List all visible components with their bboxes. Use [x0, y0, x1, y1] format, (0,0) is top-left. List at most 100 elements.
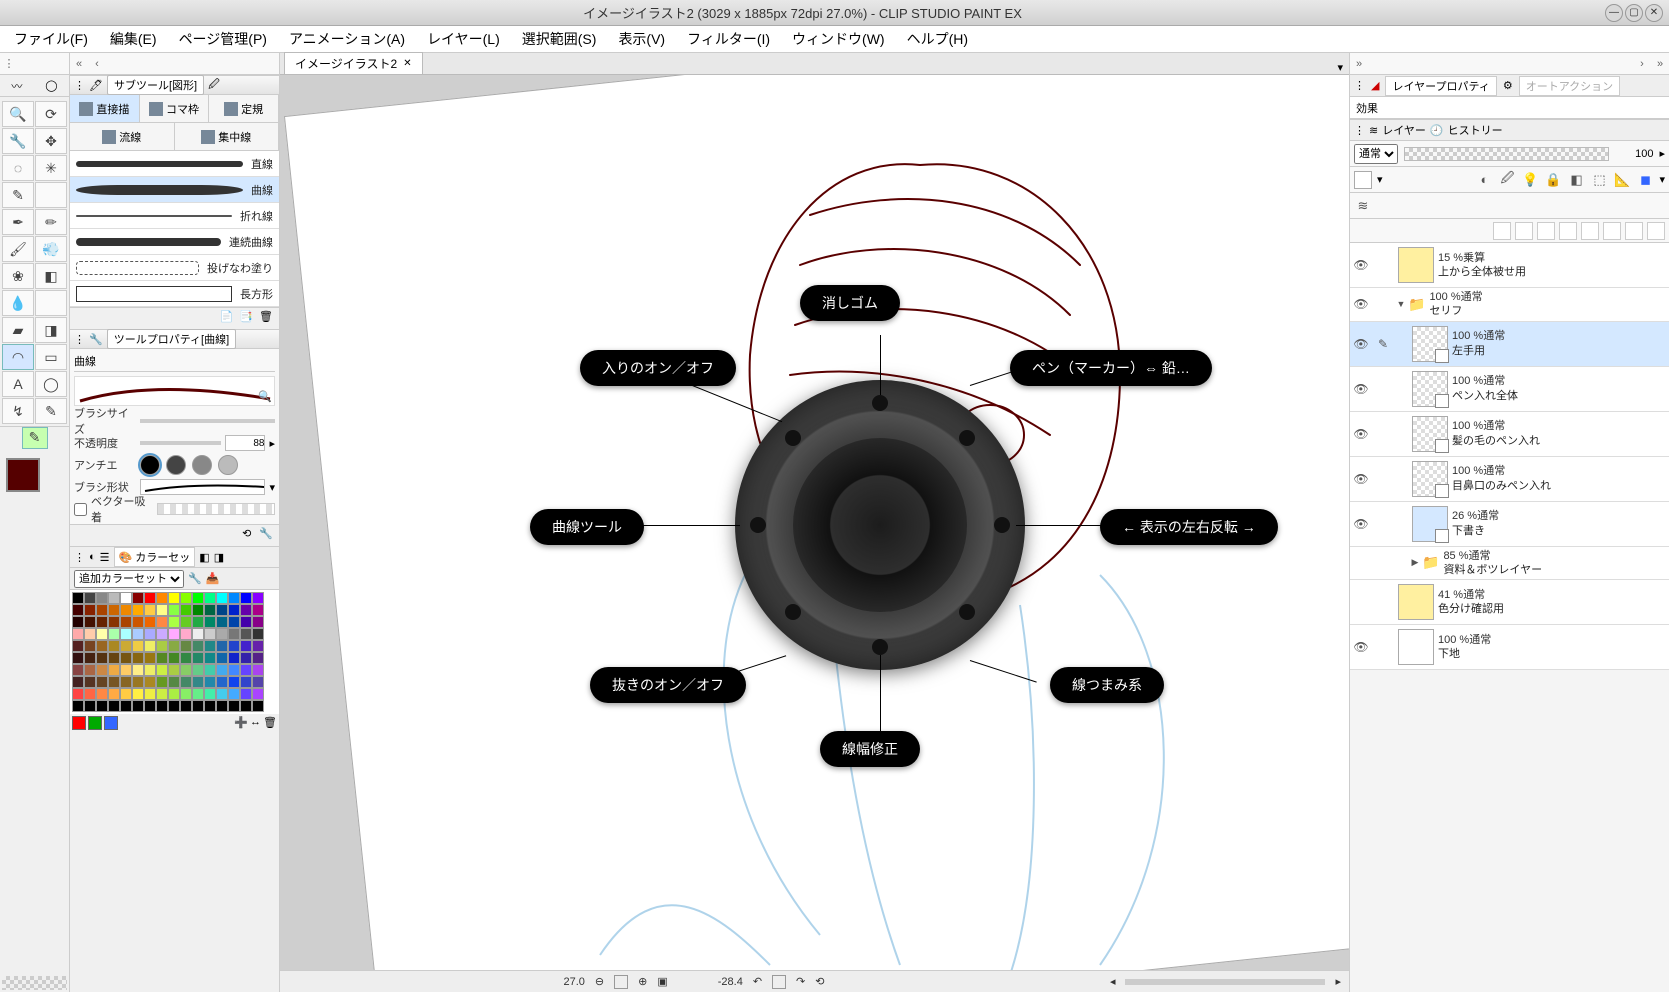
swatch[interactable]	[240, 652, 252, 664]
swatch[interactable]	[84, 604, 96, 616]
swatch[interactable]	[192, 688, 204, 700]
menu-view[interactable]: 表示(V)	[618, 29, 665, 49]
tool-frame[interactable]: ▭	[35, 344, 67, 370]
clip-icon[interactable]: 🖉	[1498, 171, 1516, 189]
swatch[interactable]	[228, 604, 240, 616]
autoaction-tab[interactable]: オートアクション	[1519, 76, 1620, 96]
swatch[interactable]	[228, 664, 240, 676]
timeline-slider[interactable]	[1125, 979, 1325, 985]
swatch[interactable]	[204, 652, 216, 664]
swatch[interactable]	[96, 652, 108, 664]
swatch[interactable]	[168, 664, 180, 676]
swatch[interactable]	[216, 700, 228, 712]
swatch[interactable]	[228, 628, 240, 640]
swatch[interactable]	[240, 688, 252, 700]
swatch[interactable]	[96, 664, 108, 676]
rotate-reset-icon[interactable]: ⟲	[815, 975, 824, 988]
menu-edit[interactable]: 編集(E)	[110, 29, 157, 49]
swatch[interactable]	[180, 640, 192, 652]
swatch[interactable]	[132, 640, 144, 652]
swatch[interactable]	[72, 664, 84, 676]
swatch[interactable]	[132, 676, 144, 688]
layer-item[interactable]: 👁100 %通常髪の毛のペン入れ	[1350, 412, 1669, 457]
intermediate-icon[interactable]: ◧	[199, 551, 209, 564]
canvas-tab-close-icon[interactable]: ✕	[403, 58, 411, 69]
swatch-b[interactable]	[104, 716, 118, 730]
swatch[interactable]	[120, 616, 132, 628]
swatch[interactable]	[120, 628, 132, 640]
radial-node-bl[interactable]	[785, 604, 801, 620]
visibility-icon[interactable]: 👁	[1350, 382, 1372, 396]
stepper-icon[interactable]: ▸	[1659, 147, 1665, 160]
lock-icon[interactable]: 🔒	[1544, 171, 1562, 189]
swatch[interactable]	[228, 652, 240, 664]
swatch[interactable]	[132, 688, 144, 700]
subtool-tab-stream[interactable]: 流線	[70, 123, 175, 150]
maximize-button[interactable]: ▢	[1625, 4, 1643, 22]
swatch[interactable]	[228, 676, 240, 688]
layer-item[interactable]: 👁100 %通常ペン入れ全体	[1350, 367, 1669, 412]
swatch[interactable]	[180, 700, 192, 712]
swatch[interactable]	[96, 676, 108, 688]
swatch[interactable]	[216, 616, 228, 628]
swatch[interactable]	[108, 652, 120, 664]
rotate-ccw-icon[interactable]: ↶	[753, 975, 762, 988]
visibility-icon[interactable]: 👁	[1350, 297, 1372, 311]
swatch[interactable]	[96, 628, 108, 640]
swatch[interactable]	[144, 700, 156, 712]
swatch[interactable]	[72, 604, 84, 616]
new-folder-icon[interactable]	[1537, 222, 1555, 240]
swatch[interactable]	[252, 676, 264, 688]
tool-eyedropper[interactable]: ✎	[2, 182, 34, 208]
swatch[interactable]	[144, 688, 156, 700]
swatch[interactable]	[228, 640, 240, 652]
swatch[interactable]	[180, 652, 192, 664]
swatch[interactable]	[204, 604, 216, 616]
swatch[interactable]	[216, 604, 228, 616]
tool-zoom[interactable]: 🔍	[2, 101, 34, 127]
swatch[interactable]	[108, 628, 120, 640]
swatch[interactable]	[156, 688, 168, 700]
swatch[interactable]	[216, 676, 228, 688]
collapse-left-icon[interactable]: «	[70, 58, 88, 70]
expand-right-icon[interactable]: »	[1651, 58, 1669, 70]
layer-item[interactable]: 👁26 %通常下書き	[1350, 502, 1669, 547]
layer-item[interactable]: 👁100 %通常目鼻口のみペン入れ	[1350, 457, 1669, 502]
swatch[interactable]	[84, 592, 96, 604]
palette-add-icon[interactable]: ➕	[234, 716, 248, 730]
lock-transparent-icon[interactable]: ◐	[1475, 171, 1493, 189]
canvas-tab[interactable]: イメージイラスト2 ✕	[284, 52, 423, 74]
swatch[interactable]	[252, 628, 264, 640]
mask-icon[interactable]	[1603, 222, 1621, 240]
swatch[interactable]	[204, 700, 216, 712]
colorset-dropdown[interactable]: 追加カラーセット	[74, 570, 184, 588]
new-vector-layer-icon[interactable]	[1515, 222, 1533, 240]
swatch[interactable]	[168, 652, 180, 664]
merge-down-icon[interactable]	[1581, 222, 1599, 240]
swatch[interactable]	[132, 700, 144, 712]
swatch[interactable]	[192, 604, 204, 616]
swatch[interactable]	[108, 604, 120, 616]
canvas-tab-dropdown-icon[interactable]: ▾	[1331, 61, 1349, 74]
swatch[interactable]	[252, 664, 264, 676]
swatch[interactable]	[84, 652, 96, 664]
zoom-value[interactable]: 27.0	[563, 976, 584, 988]
menu-animation[interactable]: アニメーション(A)	[289, 29, 405, 49]
apply-mask-icon[interactable]	[1625, 222, 1643, 240]
tool-brush[interactable]: 🖌	[2, 236, 34, 262]
menu-layer[interactable]: レイヤー(L)	[427, 29, 500, 49]
tool-decoration[interactable]: ❀	[2, 263, 34, 289]
stroke-lasso-fill[interactable]: 投げなわ塗り	[70, 255, 279, 281]
swatch[interactable]	[144, 592, 156, 604]
swatch[interactable]	[120, 688, 132, 700]
layers-tab[interactable]: レイヤー	[1382, 122, 1426, 138]
swatch[interactable]	[168, 628, 180, 640]
swatch[interactable]	[204, 616, 216, 628]
swatch[interactable]	[120, 592, 132, 604]
layers-all-icon[interactable]: ≋	[1354, 197, 1372, 215]
tool-marquee[interactable]: ◌	[2, 155, 34, 181]
swatch[interactable]	[240, 700, 252, 712]
swatch[interactable]	[96, 640, 108, 652]
layer-opacity-value[interactable]: 100	[1615, 148, 1653, 160]
swatch[interactable]	[204, 676, 216, 688]
